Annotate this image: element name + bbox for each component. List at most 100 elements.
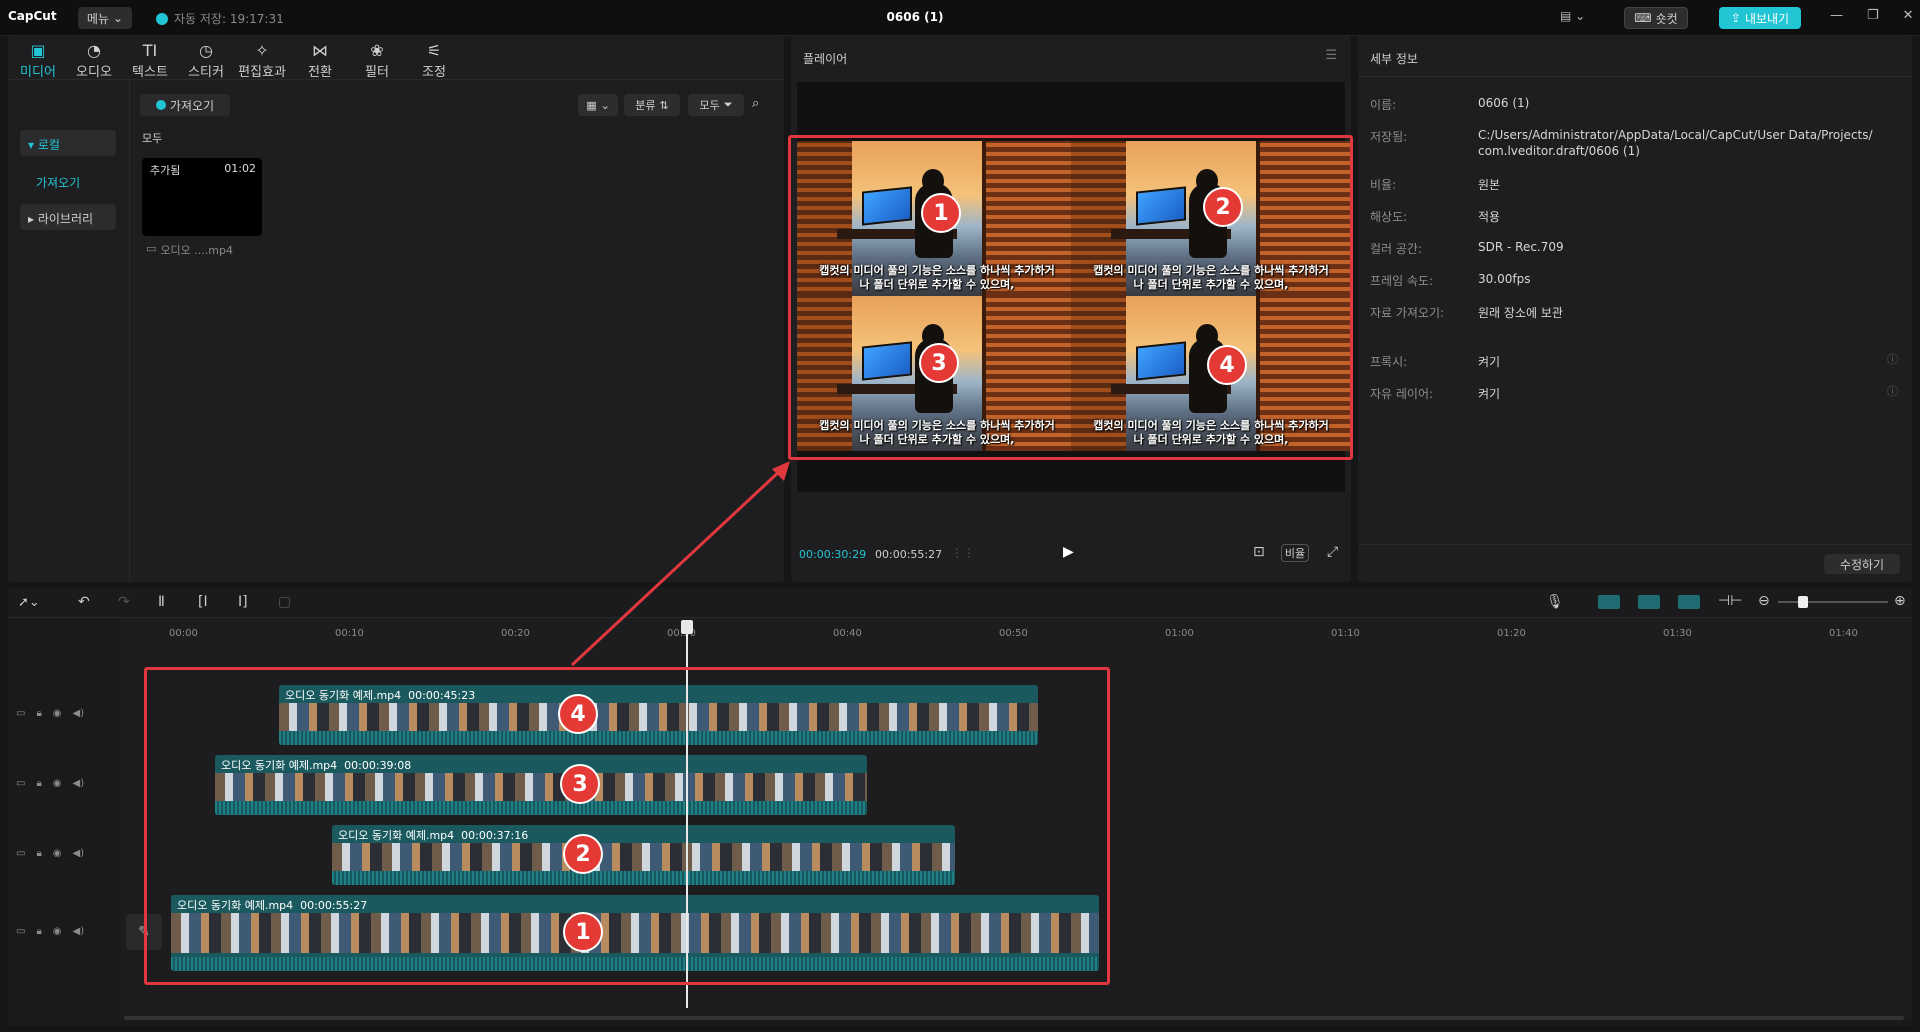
keyboard-icon: ⌨ [1634,11,1652,25]
detail-value-path-2: com.lveditor.draft/0606 (1) [1478,144,1640,158]
tab-adjust[interactable]: ⚟ 조정 [408,40,460,80]
close-icon[interactable]: ✕ [1903,8,1914,23]
help-icon[interactable]: ⓘ [1887,351,1898,367]
detail-label: 자유 레이어: [1370,387,1434,401]
timeline-scrollbar[interactable] [124,1016,1904,1020]
detail-label: 프록시: [1370,355,1408,369]
tab-audio[interactable]: ◔ 오디오 [68,40,120,80]
media-duration: 01:02 [224,162,256,175]
shortcut-button[interactable]: ⌨ 숏컷 [1624,7,1688,29]
details-panel: 세부 정보 이름: 0606 (1) 저장됨: C:/Users/Adminis… [1358,36,1912,582]
modify-button[interactable]: 수정하기 [1824,554,1900,574]
cursor-icon[interactable]: ➚⌄ [18,595,40,610]
asset-toolbar: ▣ 미디어 ◔ 오디오 TI 텍스트 ◷ 스티커 ✧ 편집효과 ⋈ 전환 ❀ 필터 ⚟ 조정 [8,36,784,80]
align-icon[interactable]: ⊣⊢ [1718,593,1742,609]
preview-axis-icon[interactable] [1678,595,1700,609]
tab-effects[interactable]: ✧ 편집효과 [236,40,288,80]
effects-icon: ✧ [255,41,269,60]
transition-icon: ⋈ [312,41,328,60]
tick-label: 00:20 [501,628,530,639]
sort-button[interactable]: 분류 ⇅ [624,94,680,116]
sidebar-item-local[interactable]: ▾ 로컬 [20,130,116,156]
magnet-icon[interactable] [1598,595,1620,609]
fullscreen-icon[interactable]: ⤢ [1327,544,1338,560]
tick-label: 00:50 [999,628,1028,639]
import-button[interactable]: 가져오기 [140,94,230,116]
tick-label: 01:10 [1331,628,1360,639]
details-title: 세부 정보 [1370,52,1418,66]
media-icon: ▣ [30,41,46,60]
detail-value-path: C:/Users/Administrator/AppData/Local/Cap… [1478,128,1873,142]
media-sidebar: ▾ 로컬 가져오기 ▸ 라이브러리 [8,80,130,582]
eye-icon[interactable]: ◉ [53,708,62,719]
tick-label: 00:10 [335,628,364,639]
microphone-icon[interactable]: 🎙 [1546,594,1564,610]
tab-filter[interactable]: ❀ 필터 [351,40,403,80]
lock-icon[interactable]: 🔒︎ [36,926,41,937]
tick-label: 01:00 [1165,628,1194,639]
tick-label: 01:20 [1497,628,1526,639]
sticker-icon: ◷ [199,41,213,60]
menu-icon[interactable]: ☰ [1325,48,1337,63]
layout-icon[interactable]: ▤ ⌄ [1560,9,1585,23]
speaker-icon[interactable]: ◀︎) [73,708,85,719]
export-button[interactable]: ⇪ 내보내기 [1719,7,1801,29]
speaker-icon[interactable]: ◀︎) [73,926,85,937]
lock-icon[interactable]: 🔒︎ [36,848,41,859]
restore-icon[interactable]: ❐ [1867,8,1879,23]
timeline-toolbar: ➚⌄ ↶ ↷ Ⅱ [Ⅰ Ⅰ] ▢ 🎙 ⊣⊢ ⊖ ⊕ [8,588,1912,618]
annotation-arrow [570,461,790,667]
tab-transition[interactable]: ⋈ 전환 [294,40,346,80]
screenshot-icon[interactable]: ⊡ [1253,544,1265,560]
zoom-slider-handle[interactable] [1798,596,1808,608]
zoom-in-icon[interactable]: ⊕ [1894,593,1906,609]
detail-value-fps: 30.00fps [1478,272,1531,286]
delete-icon[interactable]: ▢ [278,594,291,610]
redo-icon[interactable]: ↷ [118,594,130,610]
media-item-name: ▭ 오디오 ....mp4 [146,242,233,257]
undo-icon[interactable]: ↶ [78,594,90,610]
current-time: 00:00:30:29 [799,548,867,561]
track-type-icon: ▭ [16,778,26,789]
tab-media[interactable]: ▣ 미디어 [12,40,64,80]
speaker-icon[interactable]: ◀︎) [73,778,85,789]
lock-icon[interactable]: 🔒︎ [36,708,41,719]
frame-icon[interactable]: ⋮⋮ [951,546,975,560]
detail-value-import: 원래 장소에 보관 [1478,306,1563,320]
zoom-out-icon[interactable]: ⊖ [1758,593,1770,609]
track-type-icon: ▭ [16,848,26,859]
tick-label: 01:30 [1663,628,1692,639]
trim-left-icon[interactable]: [Ⅰ [198,594,208,610]
sidebar-item-import[interactable]: 가져오기 [36,174,80,191]
track-controls-4: ▭ 🔒︎ ◉ ◀︎) [16,708,84,719]
export-icon: ⇪ [1730,11,1741,25]
eye-icon[interactable]: ◉ [53,926,62,937]
zoom-slider[interactable] [1778,601,1888,603]
ratio-button[interactable]: 비율 [1281,544,1309,562]
linkage-icon[interactable] [1638,595,1660,609]
track-controls-3: ▭ 🔒︎ ◉ ◀︎) [16,778,84,789]
total-time: 00:00:55:27 [875,548,943,561]
tab-sticker[interactable]: ◷ 스티커 [180,40,232,80]
search-icon[interactable]: ⌕ [752,96,759,111]
eye-icon[interactable]: ◉ [53,848,62,859]
view-toggle-button[interactable]: ▦ ⌄ [578,94,618,116]
track-type-icon: ▭ [16,708,26,719]
media-item-thumbnail[interactable]: 추가됨 01:02 [142,158,262,236]
minimize-icon[interactable]: — [1830,8,1843,23]
detail-value-free-layer: 켜기 [1478,387,1501,401]
track-type-icon: ▭ [16,926,26,937]
help-icon[interactable]: ⓘ [1887,383,1898,399]
eye-icon[interactable]: ◉ [53,778,62,789]
play-icon[interactable]: ▶ [1063,544,1074,560]
filter-button[interactable]: 모두 ⏷ [688,94,744,116]
tab-text[interactable]: TI 텍스트 [124,40,176,80]
speaker-icon[interactable]: ◀︎) [73,848,85,859]
split-icon[interactable]: Ⅱ [158,594,165,610]
lock-icon[interactable]: 🔒︎ [36,778,41,789]
detail-label: 저장됨: [1370,130,1408,144]
sidebar-item-library[interactable]: ▸ 라이브러리 [20,204,116,230]
detail-label: 자료 가져오기: [1370,306,1445,320]
title-bar: CapCut 메뉴 ⌄ 자동 저장: 19:17:31 0606 (1) ▤ ⌄ … [0,0,1920,36]
trim-right-icon[interactable]: Ⅰ] [238,594,248,610]
